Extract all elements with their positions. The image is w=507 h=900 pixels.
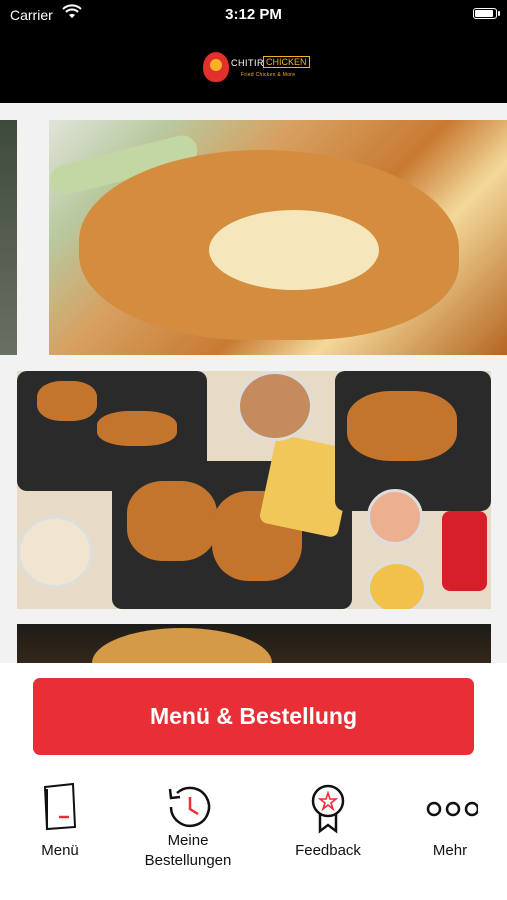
burger-banner[interactable]: [17, 624, 491, 663]
brand-logo[interactable]: CHITIR CHICKEN Fried Chicken & More: [203, 50, 310, 86]
logo-word-1: CHITIR: [231, 58, 264, 68]
previous-banner-peek[interactable]: [0, 120, 17, 355]
banner-feed[interactable]: [0, 103, 507, 663]
tab-menu[interactable]: Menü: [0, 765, 120, 885]
menu-book-icon: [43, 782, 77, 831]
more-dots-icon: [426, 801, 478, 817]
tab-bar: Menü Meine Bestellungen Feedback Mehr: [0, 765, 507, 900]
stuffed-pastry-banner[interactable]: [49, 120, 507, 355]
logo-tagline: Fried Chicken & More: [241, 72, 296, 78]
clock-time: 3:12 PM: [225, 6, 282, 23]
logo-word-2: CHICKEN: [263, 56, 310, 68]
tab-more-label: Mehr: [432, 842, 468, 859]
menu-order-button[interactable]: Menü & Bestellung: [33, 678, 474, 755]
award-star-icon: [311, 784, 345, 834]
tab-my-orders[interactable]: Meine Bestellungen: [128, 765, 248, 885]
status-bar: Carrier 3:12 PM: [0, 0, 507, 30]
tab-menu-label: Menü: [41, 842, 79, 859]
tab-more[interactable]: Mehr: [390, 765, 507, 885]
tab-feedback[interactable]: Feedback: [268, 765, 388, 885]
tab-feedback-label: Feedback: [295, 842, 361, 859]
fried-chicken-platter-banner[interactable]: [17, 371, 491, 609]
chicken-mascot-icon: [203, 52, 229, 82]
tab-my-orders-label: Meine Bestellungen: [144, 832, 232, 869]
battery-icon: [473, 8, 500, 19]
header-bar: CHITIR CHICKEN Fried Chicken & More: [0, 30, 507, 103]
order-history-icon: [168, 786, 211, 828]
